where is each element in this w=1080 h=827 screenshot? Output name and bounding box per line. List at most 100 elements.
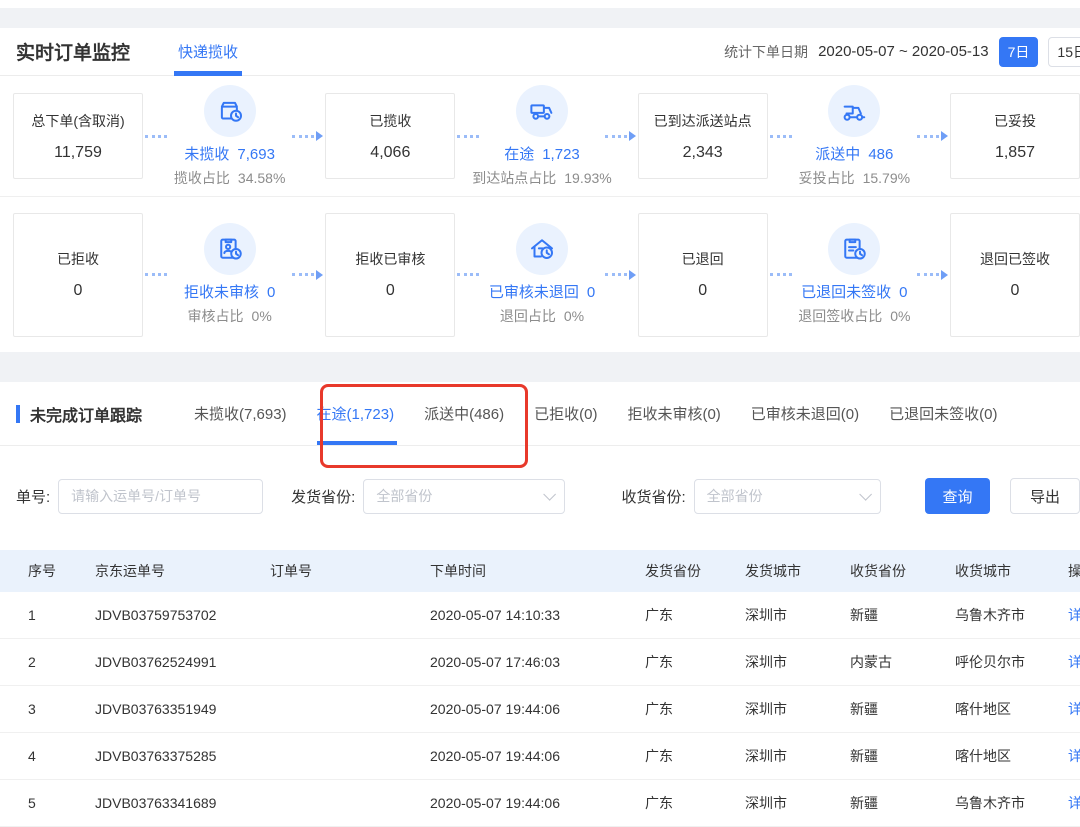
stat-box-value: 11,759: [54, 144, 102, 162]
monitor-header: 实时订单监控 快递揽收 统计下单日期 2020-05-07 ~ 2020-05-…: [0, 28, 1080, 76]
ratio-value: 19.93%: [564, 170, 611, 186]
table-cell: 喀什地区: [955, 699, 1068, 719]
ratio-label: 到达站点占比: [472, 170, 556, 186]
stat-stage-link[interactable]: 拒收未审核0: [184, 281, 275, 302]
flow-connector: [770, 135, 792, 138]
stat-stage-value: 7,693: [237, 146, 275, 163]
order-detail-link[interactable]: 详情: [1068, 699, 1080, 719]
order-detail-link[interactable]: 详情: [1068, 605, 1080, 625]
date-filter-group: 统计下单日期 2020-05-07 ~ 2020-05-13 7日15日: [724, 37, 1080, 67]
table-cell: 广东: [645, 699, 745, 719]
arrow-right-icon: [941, 131, 948, 141]
dotted-line: [770, 135, 792, 138]
table-cell: 4: [28, 748, 95, 764]
ratio-label: 审核占比: [188, 308, 244, 324]
table-cell: 新疆: [850, 793, 955, 813]
table-cell: JDVB03763351949: [95, 701, 270, 717]
stat-box-拒收已审核: 拒收已审核 0: [325, 213, 455, 337]
recv-province-value: 全部省份: [707, 486, 763, 506]
tracking-tab-已退回未签收(0)[interactable]: 已退回未签收(0): [889, 382, 997, 445]
stat-stage-ratio: 妥投占比15.79%: [799, 168, 910, 188]
table-cell: 新疆: [850, 699, 955, 719]
top-strip: [0, 0, 1080, 8]
recv-province-select[interactable]: 全部省份: [694, 479, 881, 514]
dotted-line: [292, 135, 314, 138]
stat-box-已妥投: 已妥投1,857: [950, 93, 1080, 179]
flow-connector: [605, 131, 636, 141]
delivery-cart-icon: [828, 85, 880, 137]
filter-row: 单号: 发货省份: 全部省份 收货省份: 全部省份 查询 导出: [0, 478, 1080, 514]
flow-connector: [457, 135, 479, 138]
recv-province-label: 收货省份:: [621, 486, 685, 507]
tracking-tab-已拒收(0)[interactable]: 已拒收(0): [534, 382, 597, 445]
flow-connector: [145, 273, 167, 276]
order-detail-link[interactable]: 详情: [1068, 746, 1080, 766]
stat-stage-link[interactable]: 派送中486: [815, 143, 893, 164]
arrow-right-icon: [629, 270, 636, 280]
orders-table: 序号京东运单号订单号下单时间发货省份发货城市收货省份收货城市操作 1JDVB03…: [0, 550, 1080, 827]
stat-stage-link[interactable]: 已退回未签收0: [801, 281, 907, 302]
stat-box-label: 已揽收: [369, 111, 411, 131]
stat-box-label: 拒收已审核: [355, 249, 425, 269]
stat-stage-未揽收: 未揽收7,693揽收占比34.58%: [169, 85, 290, 188]
search-button[interactable]: 查询: [925, 478, 990, 514]
range-button-15日[interactable]: 15日: [1048, 37, 1080, 67]
stat-stage-已退回未签收: 已退回未签收0退回签收占比0%: [794, 223, 915, 326]
table-cell: 深圳市: [745, 605, 850, 625]
table-cell: JDVB03763375285: [95, 748, 270, 764]
table-row: 1JDVB037597537022020-05-07 14:10:33广东深圳市…: [0, 592, 1080, 639]
order-detail-link[interactable]: 详情: [1068, 652, 1080, 672]
table-row: 4JDVB037633752852020-05-07 19:44:06广东深圳市…: [0, 733, 1080, 780]
tracking-tab-拒收未审核(0)[interactable]: 拒收未审核(0): [627, 382, 720, 445]
stat-box-label: 已到达派送站点: [654, 111, 752, 131]
column-header-发货城市: 发货城市: [745, 561, 850, 581]
date-label: 统计下单日期: [724, 42, 808, 62]
tab-express-pickup[interactable]: 快递揽收: [178, 28, 238, 76]
house-return-clock-icon: [516, 223, 568, 275]
chevron-down-icon: [859, 488, 872, 501]
column-header-收货省份: 收货省份: [850, 561, 955, 581]
dotted-line: [145, 273, 167, 276]
range-button-7日[interactable]: 7日: [999, 37, 1039, 67]
tracking-tab-未揽收(7,693)[interactable]: 未揽收(7,693): [194, 382, 287, 445]
stat-box-value: 0: [698, 282, 707, 300]
stat-box-value: 4,066: [370, 144, 410, 162]
table-cell: 广东: [645, 746, 745, 766]
send-province-value: 全部省份: [376, 486, 432, 506]
return-flow-row: 已拒收0拒收未审核0审核占比0%拒收已审核0已审核未退回0退回占比0%已退回0已…: [0, 196, 1080, 352]
section-title-bar: [16, 405, 20, 423]
stat-stage-link[interactable]: 在途1,723: [504, 143, 580, 164]
flow-connector: [605, 270, 636, 280]
stat-stage-link[interactable]: 已审核未退回0: [489, 281, 595, 302]
table-cell: 2020-05-07 19:44:06: [430, 701, 645, 717]
send-province-select[interactable]: 全部省份: [363, 479, 565, 514]
table-cell: 喀什地区: [955, 746, 1068, 766]
dotted-line: [292, 273, 314, 276]
stat-box-已拒收: 已拒收0: [13, 213, 143, 337]
arrow-right-icon: [941, 270, 948, 280]
clipboard-clock-icon: [828, 223, 880, 275]
table-cell: JDVB03763341689: [95, 795, 270, 811]
stat-box-已揽收: 已揽收 4,066: [325, 93, 455, 179]
dotted-line: [145, 135, 167, 138]
stat-stage-拒收未审核: 拒收未审核0审核占比0%: [169, 223, 290, 326]
tracking-tab-派送中(486)[interactable]: 派送中(486): [424, 382, 504, 445]
stat-stage-已审核未退回: 已审核未退回0退回占比0%: [481, 223, 602, 326]
tracking-tab-在途(1,723)[interactable]: 在途(1,723): [317, 382, 395, 445]
order-detail-link[interactable]: 详情: [1068, 793, 1080, 813]
table-cell: JDVB03762524991: [95, 654, 270, 670]
order-no-input[interactable]: [58, 479, 263, 514]
column-header-操作: 操作: [1068, 561, 1080, 581]
stat-box-value: 0: [386, 282, 395, 300]
stat-stage-label: 已审核未退回: [489, 284, 579, 301]
stat-box-已退回: 已退回0: [638, 213, 768, 337]
tracking-tab-已审核未退回(0)[interactable]: 已审核未退回(0): [751, 382, 859, 445]
panel-gap: [0, 8, 1080, 28]
export-button[interactable]: 导出: [1010, 478, 1080, 514]
flow-connector: [770, 273, 792, 276]
tracking-header: 未完成订单跟踪 未揽收(7,693)在途(1,723)派送中(486)已拒收(0…: [0, 382, 1080, 446]
stat-box-label: 退回已签收: [980, 249, 1050, 269]
stat-stage-label: 已退回未签收: [801, 284, 891, 301]
stat-stage-link[interactable]: 未揽收7,693: [184, 143, 275, 164]
arrow-right-icon: [316, 131, 323, 141]
